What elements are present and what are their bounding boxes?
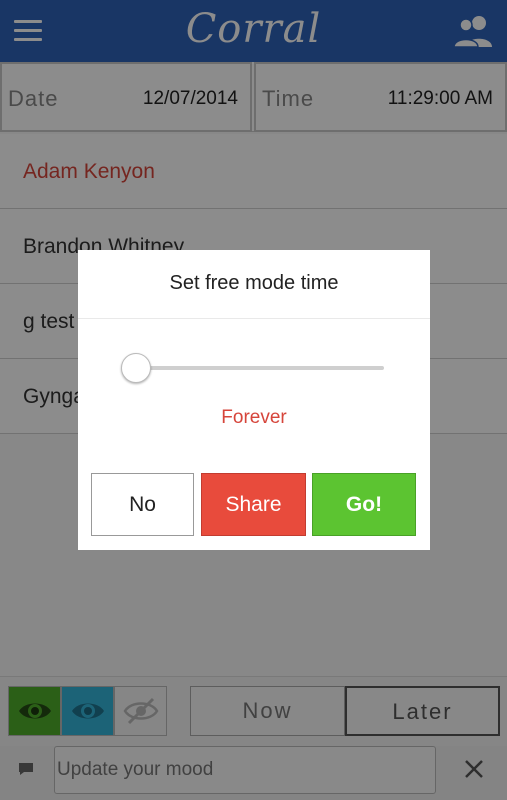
duration-slider-thumb[interactable] bbox=[121, 353, 151, 383]
dialog-divider bbox=[78, 318, 430, 319]
free-mode-dialog: Set free mode time Forever No Share Go! bbox=[78, 250, 430, 550]
dialog-title: Set free mode time bbox=[169, 272, 339, 294]
go-button[interactable]: Go! bbox=[312, 473, 416, 536]
share-button[interactable]: Share bbox=[201, 473, 306, 536]
duration-slider-track[interactable] bbox=[136, 366, 384, 370]
duration-value: Forever bbox=[221, 407, 287, 428]
no-button[interactable]: No bbox=[91, 473, 194, 536]
